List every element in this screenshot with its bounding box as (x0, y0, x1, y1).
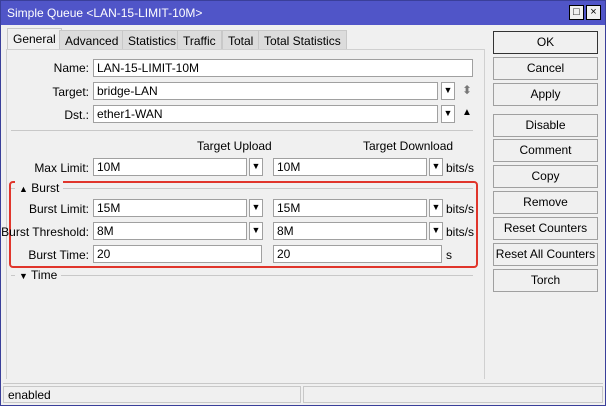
burst-threshold-upload-input[interactable]: 8M (93, 222, 247, 240)
dst-input[interactable]: ether1-WAN (93, 105, 438, 123)
torch-button[interactable]: Torch (493, 269, 598, 292)
tab-total[interactable]: Total (222, 30, 260, 50)
dropdown-icon[interactable]: ▼ (249, 199, 263, 217)
tab-total-statistics[interactable]: Total Statistics (258, 30, 347, 50)
tab-statistics[interactable]: Statistics (122, 30, 183, 50)
divider (11, 130, 473, 131)
name-label: Name: (53, 61, 89, 75)
status-bar: enabled (3, 383, 603, 403)
max-limit-label: Max Limit: (34, 161, 89, 175)
status-text: enabled (3, 386, 301, 403)
dropdown-icon[interactable]: ▼ (441, 82, 455, 100)
dropdown-icon[interactable]: ▼ (249, 222, 263, 240)
burst-section-toggle[interactable]: ▲ Burst (15, 181, 64, 195)
dropdown-icon[interactable]: ▼ (441, 105, 455, 123)
up-arrow-icon[interactable]: ▲ (462, 107, 472, 118)
unit-label: s (446, 248, 452, 262)
remove-button[interactable]: Remove (493, 191, 598, 214)
title-bar: Simple Queue <LAN-15-LIMIT-10M> (1, 1, 605, 25)
dropdown-icon[interactable]: ▼ (429, 222, 443, 240)
close-button[interactable]: × (586, 5, 601, 20)
tab-traffic[interactable]: Traffic (177, 30, 222, 50)
up-down-icon[interactable]: ⬍ (462, 83, 472, 97)
tab-advanced[interactable]: Advanced (59, 30, 125, 50)
comment-button[interactable]: Comment (493, 139, 598, 162)
collapse-icon: ▲ (19, 184, 28, 194)
burst-time-upload-input[interactable]: 20 (93, 245, 262, 263)
target-download-header: Target Download (363, 139, 454, 153)
burst-limit-download-input[interactable]: 15M (273, 199, 427, 217)
reset-all-counters-button[interactable]: Reset All Counters (493, 243, 598, 266)
apply-button[interactable]: Apply (493, 83, 598, 106)
ok-button[interactable]: OK (493, 31, 598, 54)
target-input[interactable]: bridge-LAN (93, 82, 438, 100)
disable-button[interactable]: Disable (493, 114, 598, 137)
window-title: Simple Queue <LAN-15-LIMIT-10M> (7, 6, 203, 20)
name-input[interactable]: LAN-15-LIMIT-10M (93, 59, 473, 77)
max-limit-download-input[interactable]: 10M (273, 158, 427, 176)
burst-threshold-label: Burst Threshold: (1, 225, 89, 239)
max-limit-upload-input[interactable]: 10M (93, 158, 247, 176)
expand-icon: ▼ (19, 271, 28, 281)
unit-label: bits/s (446, 202, 475, 216)
unit-label: bits/s (446, 225, 475, 239)
status-cell (303, 386, 603, 403)
dst-label: Dst.: (64, 108, 89, 122)
burst-limit-label: Burst Limit: (28, 202, 89, 216)
tab-general[interactable]: General (7, 28, 62, 50)
dropdown-icon[interactable]: ▼ (249, 158, 263, 176)
burst-limit-upload-input[interactable]: 15M (93, 199, 247, 217)
reset-counters-button[interactable]: Reset Counters (493, 217, 598, 240)
dropdown-icon[interactable]: ▼ (429, 199, 443, 217)
burst-time-label: Burst Time: (28, 248, 89, 262)
unit-label: bits/s (446, 161, 475, 175)
copy-button[interactable]: Copy (493, 165, 598, 188)
time-section-label: Time (31, 268, 58, 282)
dropdown-icon[interactable]: ▼ (429, 158, 443, 176)
time-section-toggle[interactable]: ▼ Time (15, 268, 62, 282)
maximize-button[interactable]: □ (569, 5, 584, 20)
burst-threshold-download-input[interactable]: 8M (273, 222, 427, 240)
target-upload-header: Target Upload (197, 139, 272, 153)
simple-queue-window: Simple Queue <LAN-15-LIMIT-10M> □ × Gene… (0, 0, 606, 406)
divider (11, 188, 473, 189)
burst-section-label: Burst (31, 181, 60, 195)
burst-time-download-input[interactable]: 20 (273, 245, 442, 263)
divider (11, 275, 473, 276)
target-label: Target: (52, 85, 89, 99)
cancel-button[interactable]: Cancel (493, 57, 598, 80)
